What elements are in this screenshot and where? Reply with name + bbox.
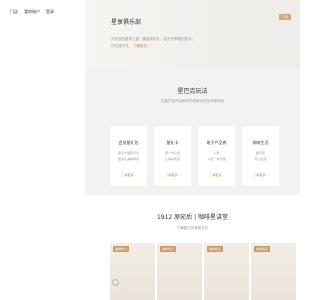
card-description: 让美好传递 bbox=[164, 157, 180, 161]
download-button[interactable]: 下载 bbox=[279, 14, 292, 20]
story-tile[interactable]: 咖啡知识 bbox=[204, 243, 249, 300]
section-subtitle: 了解星巴克咖啡文化 bbox=[176, 226, 209, 230]
hero-banner: 星享俱乐部 开启您的星享之旅，集星换好礼，会员专享福利多多， 好礼随手兑， 了解… bbox=[85, 0, 300, 68]
card-link[interactable]: 了解更多 › bbox=[242, 173, 279, 177]
service-card[interactable]: 电子产品券 心意 从这一杯开始 了解更多 › bbox=[198, 126, 235, 186]
nav-link-login[interactable]: 登录 bbox=[46, 9, 54, 15]
section-title: 星巴克玩法 bbox=[177, 88, 208, 95]
hero-description-2: 好礼随手兑， 了解更多 › bbox=[111, 44, 150, 49]
card-description: 从这一杯开始 bbox=[207, 157, 226, 161]
card-title: 电子产品券 bbox=[206, 140, 227, 145]
card-description: 星巴克 bbox=[255, 151, 265, 155]
story-tile[interactable]: 咖啡知识 ‹ bbox=[110, 243, 155, 300]
card-description: 寄一份心意 bbox=[164, 151, 180, 155]
card-link[interactable]: 了解更多 › bbox=[198, 173, 235, 177]
hero-title: 星享俱乐部 bbox=[111, 19, 142, 26]
tile-badge: 咖啡知识 bbox=[207, 246, 224, 252]
top-nav: 门店 我的账户 登录 bbox=[10, 9, 54, 15]
story-tile[interactable]: 咖啡知识 bbox=[157, 243, 202, 300]
hero-description-text: 好礼随手兑， bbox=[111, 44, 132, 48]
nav-link-stores[interactable]: 门店 bbox=[10, 9, 18, 15]
card-title: 会员星礼包 bbox=[118, 140, 139, 145]
card-title: 星礼卡 bbox=[166, 140, 179, 145]
hero-description: 开启您的星享之旅，集星换好礼，会员专享福利多多， bbox=[111, 37, 195, 41]
section-title: 1912 原宛后 | 咖啡星讲堂 bbox=[156, 214, 228, 221]
card-description: 星享卡储值专享 bbox=[117, 151, 139, 155]
card-description: 更多礼遇等你领 bbox=[117, 157, 139, 161]
services-section: 星巴克玩法 在星巴克开启精彩的全新玩法及多种体验 会员星礼包 星享卡储值专享 更… bbox=[85, 68, 300, 195]
card-link[interactable]: 了解更多 › bbox=[154, 173, 191, 177]
tile-badge: 咖啡知识 bbox=[113, 246, 130, 252]
card-description: 带入生活 bbox=[254, 157, 267, 161]
tile-badge: 咖啡知识 bbox=[160, 246, 177, 252]
tile-badge: 咖啡知识 bbox=[254, 246, 271, 252]
service-card[interactable]: 会员星礼包 星享卡储值专享 更多礼遇等你领 了解更多 › bbox=[110, 126, 147, 186]
learn-more-link[interactable]: 了解更多 › bbox=[133, 44, 150, 48]
service-card[interactable]: 星礼卡 寄一份心意 让美好传递 了解更多 › bbox=[154, 126, 191, 186]
card-title: 咖啡生活 bbox=[252, 140, 269, 145]
chevron-left-icon[interactable]: ‹ bbox=[112, 279, 119, 286]
service-card[interactable]: 咖啡生活 星巴克 带入生活 了解更多 › bbox=[242, 126, 279, 186]
card-description: 心意 bbox=[213, 151, 220, 155]
stories-section: 1912 原宛后 | 咖啡星讲堂 了解星巴克咖啡文化 咖啡知识 ‹ 咖啡知识 咖… bbox=[85, 195, 300, 300]
nav-link-account[interactable]: 我的账户 bbox=[24, 9, 40, 15]
story-tile[interactable]: 咖啡知识 bbox=[251, 243, 296, 300]
section-subtitle: 在星巴克开启精彩的全新玩法及多种体验 bbox=[161, 99, 224, 103]
card-link[interactable]: 了解更多 › bbox=[110, 173, 147, 177]
